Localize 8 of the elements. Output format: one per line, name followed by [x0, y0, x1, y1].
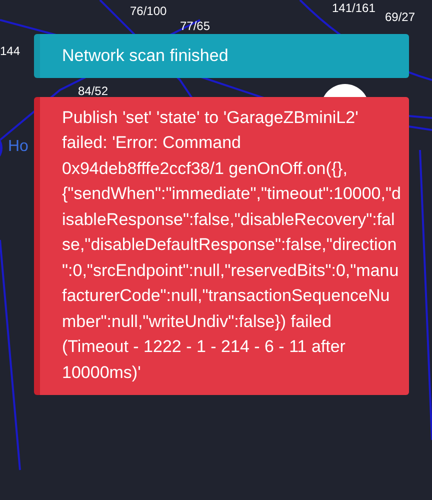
link-label: 69/27: [385, 10, 416, 24]
link-label: 141/161: [332, 1, 376, 15]
error-notification: Publish 'set' 'state' to 'GarageZBminiL2' failed: 'Error: Command 0x94deb8fffe2ccf38/1 genOnOff.on({}, {"sendWhen":"immediate","timeout":10000,"disableResponse":false,"disableRecovery":false,"disableDefaultResponse":false,"direction":0,"srcEndpoint":null,"reservedBits":0,"manufacturerCode":null,"transactionSequenceNumber":null,"writeUndiv":false}) failed (Timeout - 1222 - 1 - 214 - 6 - 11 after 10000ms)': [34, 96, 409, 395]
link-label: 76/100: [130, 4, 167, 18]
node-label: Ho: [8, 138, 28, 156]
link-label: 84/52: [78, 84, 108, 98]
info-notification: Network scan finished: [34, 34, 409, 78]
link-label: 144: [0, 44, 20, 58]
